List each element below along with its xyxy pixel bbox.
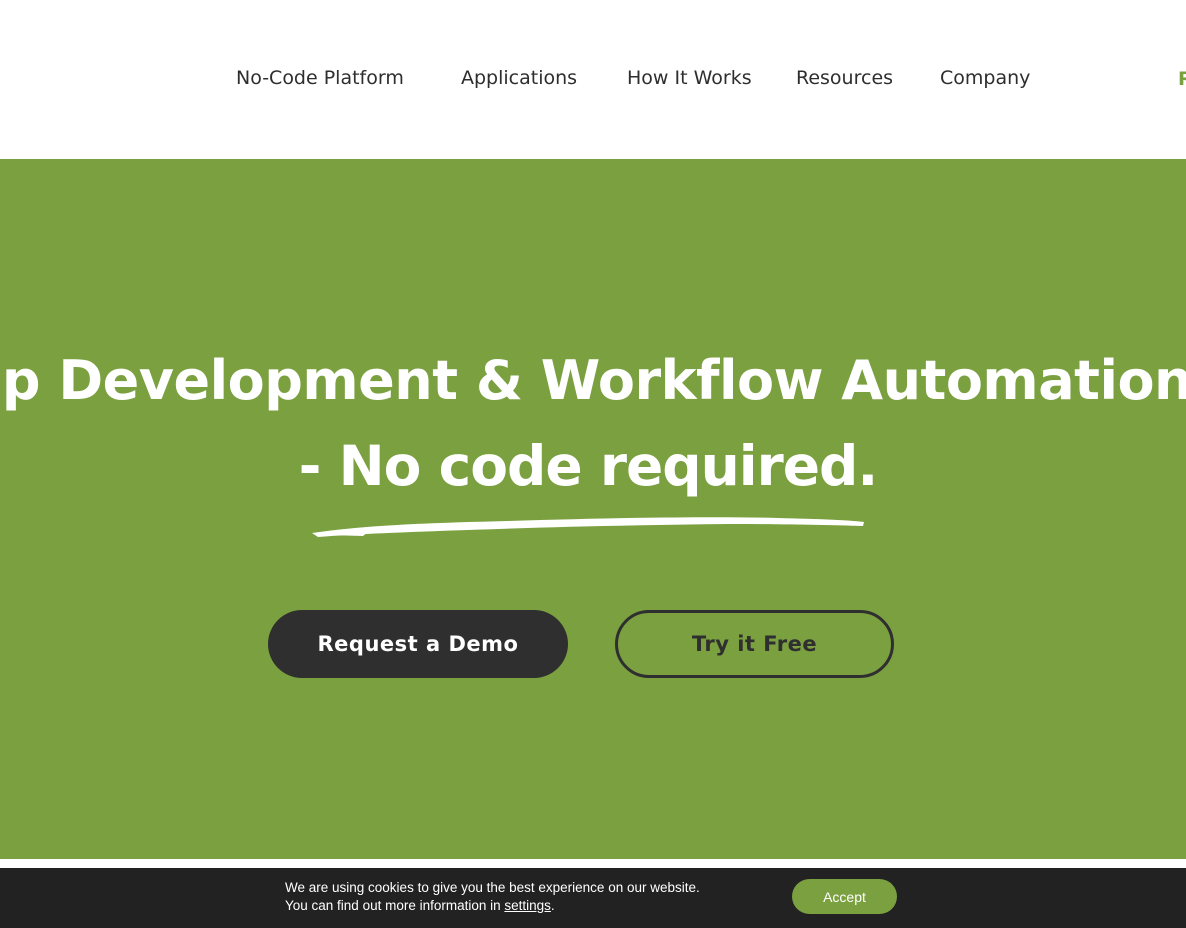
hero-headline: Web App Development & Workflow Automatio… (0, 349, 1186, 412)
cookie-consent-bar: We are using cookies to give you the bes… (0, 868, 1186, 928)
cookie-message-suffix: . (550, 898, 555, 913)
request-demo-button[interactable]: Request a Demo (268, 610, 568, 678)
brush-underline-decoration (312, 517, 864, 537)
hero-headline-wrap: Web App Development & Workflow Automatio… (0, 345, 1186, 417)
nav-item-how-it-works[interactable]: How It Works (627, 64, 752, 92)
nav-item-no-code-platform[interactable]: No-Code Platform (236, 64, 404, 92)
cookie-message-line2: You can find out more information in set… (285, 897, 700, 915)
nav-item-resources[interactable]: Resources (796, 64, 893, 92)
site-header: No-Code Platform Applications How It Wor… (0, 0, 1186, 159)
nav-cta-cut-off[interactable]: R (1178, 65, 1186, 93)
cookie-message-line1: We are using cookies to give you the bes… (285, 880, 700, 895)
cookie-message-prefix: You can find out more information in (285, 898, 505, 913)
main-nav: No-Code Platform Applications How It Wor… (0, 64, 1186, 94)
cookie-message: We are using cookies to give you the bes… (285, 879, 700, 915)
nav-item-company[interactable]: Company (940, 64, 1030, 92)
cookie-settings-link[interactable]: settings (504, 898, 551, 913)
try-it-free-button[interactable]: Try it Free (615, 610, 894, 678)
hero-section: Web App Development & Workflow Automatio… (0, 159, 1186, 859)
nav-item-applications[interactable]: Applications (461, 64, 577, 92)
accept-cookies-button[interactable]: Accept (792, 879, 897, 914)
hero-subheadline: - No code required. (298, 434, 879, 498)
page: No-Code Platform Applications How It Wor… (0, 0, 1186, 928)
